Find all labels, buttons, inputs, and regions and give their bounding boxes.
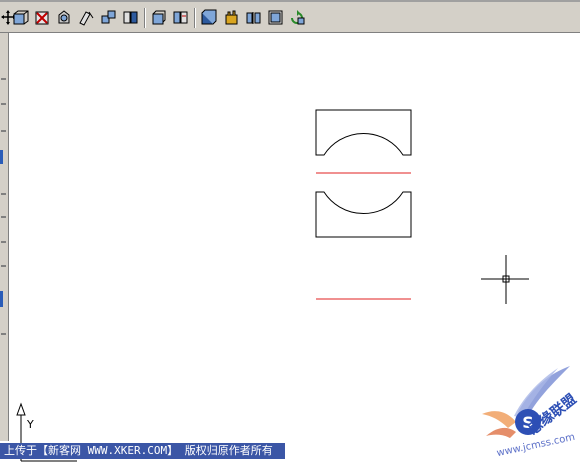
solid-torus-icon[interactable] — [100, 9, 117, 26]
dock-mark — [1, 265, 6, 267]
lower-block-profile — [315, 191, 412, 238]
dock-mark — [1, 241, 6, 243]
toolbar-separator — [194, 8, 196, 28]
dock-active-marker — [0, 150, 3, 164]
extrude-icon[interactable] — [122, 9, 139, 26]
upload-notice-banner: 上传于【新客网 WWW.XKER.COM】 版权归原作者所有 — [0, 443, 285, 459]
revolve-icon[interactable] — [150, 9, 167, 26]
ucs-y-label: Y — [27, 418, 34, 431]
dock-mark — [1, 216, 6, 218]
left-dock — [0, 33, 9, 441]
section-icon[interactable] — [200, 9, 217, 26]
solid-wedge-icon[interactable] — [34, 9, 51, 26]
toolbar-separator — [144, 8, 146, 28]
solid-cone-icon[interactable] — [56, 9, 73, 26]
slice-icon[interactable] — [172, 9, 189, 26]
upper-block-profile — [315, 109, 412, 156]
dock-mark — [1, 78, 6, 80]
dock-active-marker — [0, 291, 3, 307]
dock-mark — [1, 103, 6, 105]
setup-drawing-icon[interactable] — [245, 9, 262, 26]
solid-box-icon[interactable] — [12, 9, 29, 26]
solid-sphere-icon[interactable] — [78, 9, 95, 26]
setup-profile-icon[interactable] — [289, 9, 306, 26]
dock-mark — [1, 130, 6, 132]
toolbar-top-border — [0, 0, 580, 2]
toolbar — [0, 0, 580, 33]
cursor-crosshair — [481, 255, 529, 304]
dock-mark — [1, 333, 6, 335]
dock-mark — [1, 193, 6, 195]
interfere-icon[interactable] — [223, 9, 240, 26]
setup-view-icon[interactable] — [267, 9, 284, 26]
